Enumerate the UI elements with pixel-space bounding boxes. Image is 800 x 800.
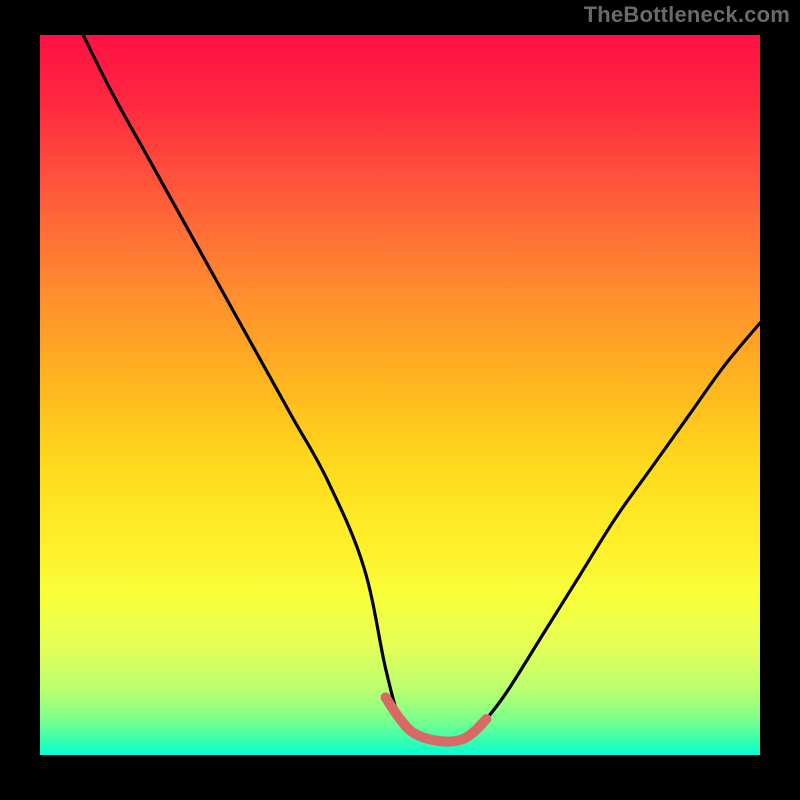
trough-highlight (386, 697, 487, 741)
chart-frame: TheBottleneck.com (0, 0, 800, 800)
watermark-text: TheBottleneck.com (584, 2, 790, 28)
curve-svg (40, 35, 760, 755)
bottleneck-curve (83, 35, 760, 742)
plot-area (40, 35, 760, 755)
